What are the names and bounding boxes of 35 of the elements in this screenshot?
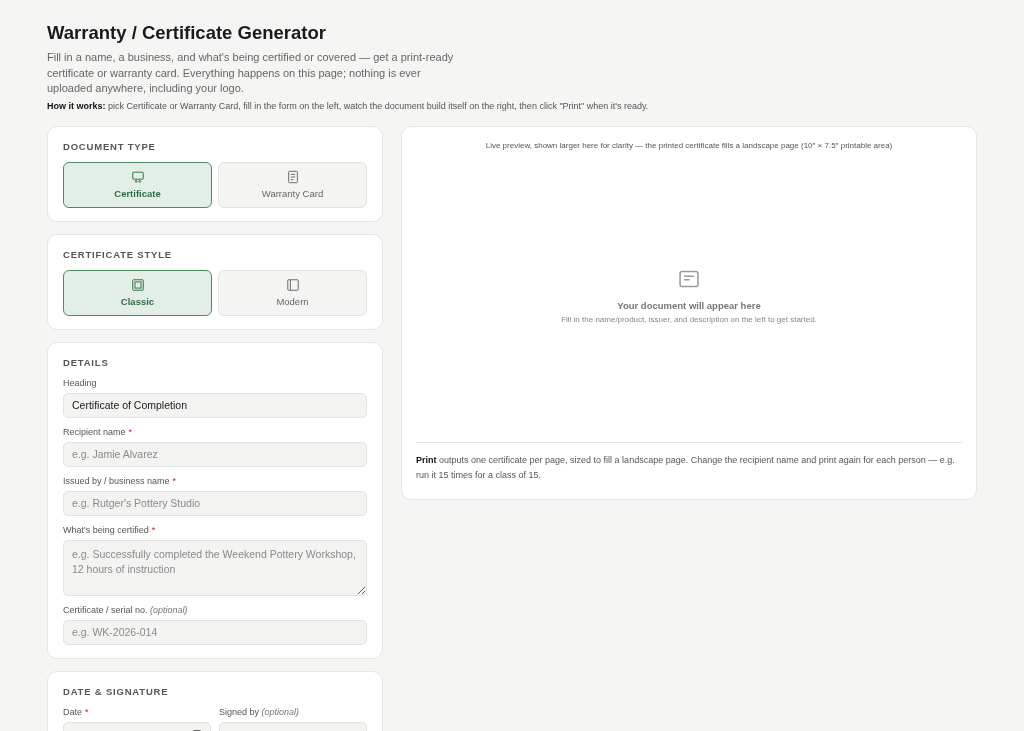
panel-title: DOCUMENT TYPE xyxy=(63,140,157,152)
description: Fill in a name, a business, and what's being certified or covered — get a print-ready certificate or warranty card. Everything happens on this page; nothing is ever uploaded anywhere, including your logo. xyxy=(47,50,455,96)
required-mark: * xyxy=(128,426,133,437)
input-field[interactable]: e.g. WK-2026-014 xyxy=(63,619,367,645)
option-button[interactable]: Classic xyxy=(63,269,212,316)
sidebar-square-icon xyxy=(285,278,300,292)
panel-title: DETAILS xyxy=(63,356,110,368)
field-label: Certificate / serial no. (optional) xyxy=(63,604,188,615)
empty-state-title: Your document will appear here xyxy=(617,299,761,311)
empty-state-hint: Fill in the name/product, issuer, and description on the left to get started. xyxy=(561,314,817,324)
option-button[interactable]: Certificate xyxy=(63,161,212,208)
field-label: Issued by / business name xyxy=(63,475,170,486)
text-area[interactable]: e.g. Successfully completed the Weekend Pottery Workshop, 12 hours of instruction xyxy=(63,539,367,596)
field-label: Recipient name xyxy=(63,426,126,437)
option-button[interactable]: Modern xyxy=(218,269,367,316)
page-title: Warranty / Certificate Generator xyxy=(47,22,327,44)
monitor-icon xyxy=(130,170,145,184)
option-button[interactable]: Warranty Card xyxy=(218,161,367,208)
required-mark: * xyxy=(172,475,177,486)
how-it-works-text: How it works: pick Certificate or Warranty Card, fill in the form on the left, watch the document build itself on the right, then click "Print" when it's ready. xyxy=(47,100,650,111)
framed-square-icon xyxy=(130,278,145,292)
required-mark: * xyxy=(85,706,89,717)
panel-title: DATE & SIGNATURE xyxy=(63,685,170,697)
required-mark: * xyxy=(151,524,156,535)
preview-caption: Live preview, shown larger here for clarity — the printed certificate fills a landscape page (10″ × 7.5″ printable area) xyxy=(484,140,894,150)
field-label: Heading xyxy=(63,377,97,388)
input-field[interactable]: e.g. Jamie Alvarez xyxy=(63,441,367,467)
field-label: Signed by (optional) xyxy=(219,706,300,717)
field-label: What's being certified xyxy=(63,524,149,535)
input-field[interactable]: Certificate of Completion xyxy=(63,392,367,418)
print-note: Print outputs one certificate per page, sized to fill a landscape page. Change the recipient name and print again for each person — e.g. run it 15 times for a class of 15. xyxy=(416,441,962,483)
panel-title: CERTIFICATE STYLE xyxy=(63,248,173,260)
document-icon xyxy=(285,170,300,184)
input-field[interactable]: e.g. Rutger's Pottery Studio xyxy=(63,490,367,516)
field-label: Date xyxy=(63,706,82,717)
